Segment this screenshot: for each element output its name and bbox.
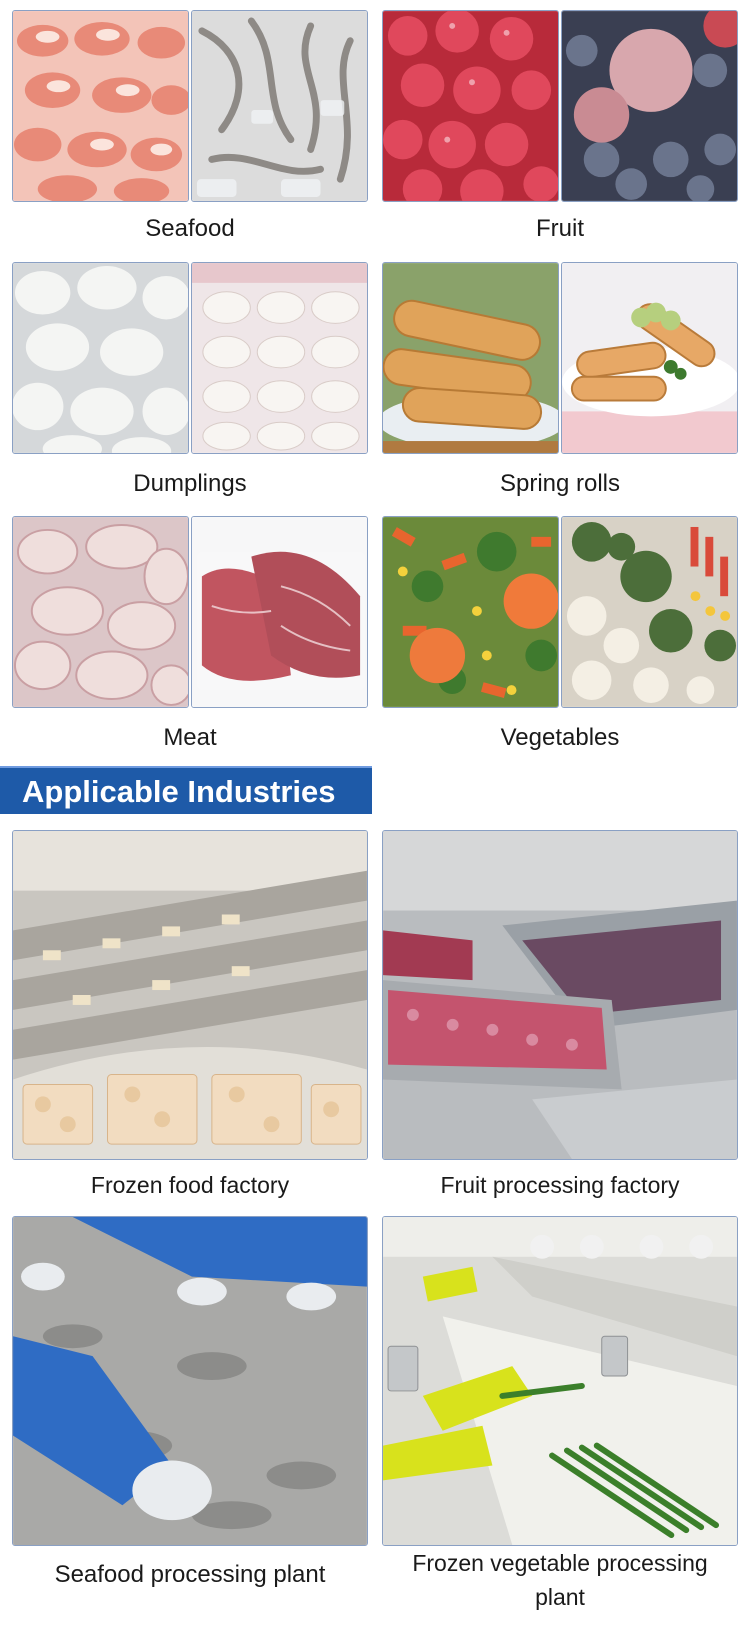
blueberries-plums-image bbox=[561, 10, 738, 202]
category-label: Vegetables bbox=[500, 724, 620, 751]
mixed-vegetables-image bbox=[382, 516, 559, 708]
packaged-steak-image bbox=[191, 516, 368, 708]
octopus-image bbox=[191, 10, 368, 202]
fruit-processing-line-image bbox=[382, 830, 738, 1160]
industry-label: Seafood processing plant bbox=[54, 1561, 326, 1588]
category-label: Meat bbox=[163, 724, 217, 751]
seafood-sorting-hands-image bbox=[12, 1216, 368, 1546]
shrimp-image bbox=[12, 10, 189, 202]
chicken-wings-image bbox=[12, 516, 189, 708]
section-title-banner: Applicable Industries bbox=[0, 766, 372, 814]
category-label: Fruit bbox=[536, 215, 584, 242]
strawberries-image bbox=[382, 10, 559, 202]
industry-label: Fruit processing factory bbox=[440, 1172, 680, 1198]
dumplings-image bbox=[12, 262, 189, 454]
broccoli-cauliflower-mix-image bbox=[561, 516, 738, 708]
industry-label: Frozen vegetable processing plant bbox=[412, 1550, 708, 1610]
industry-label: Frozen food factory bbox=[90, 1172, 290, 1198]
spring-rolls-image bbox=[382, 262, 559, 454]
packaged-dumplings-image bbox=[191, 262, 368, 454]
frozen-food-conveyor-image bbox=[12, 830, 368, 1160]
category-label: Seafood bbox=[145, 215, 235, 242]
category-label: Spring rolls bbox=[499, 470, 621, 497]
category-label: Dumplings bbox=[133, 470, 247, 497]
spring-rolls-plate-image bbox=[561, 262, 738, 454]
asparagus-processing-line-image bbox=[382, 1216, 738, 1546]
